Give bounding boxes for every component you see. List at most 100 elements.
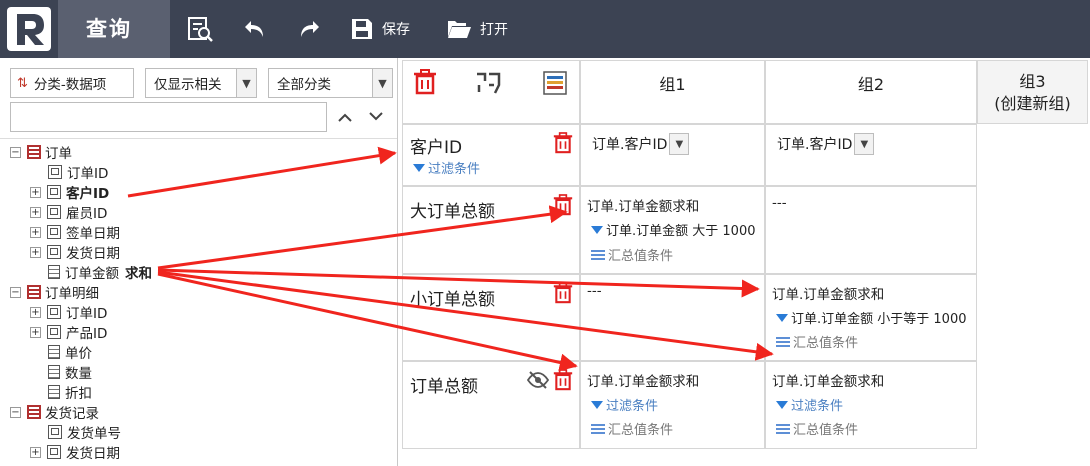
group1-title: 组1 xyxy=(659,75,686,94)
summary-icon xyxy=(776,336,790,347)
expand-icon[interactable]: + xyxy=(30,186,41,198)
tree-node-shipping-no[interactable]: 发货单号 xyxy=(48,422,121,442)
preview-button[interactable] xyxy=(186,0,214,58)
empty-value: --- xyxy=(772,195,787,211)
filter-label: 过滤条件 xyxy=(791,399,844,414)
trash-icon[interactable] xyxy=(553,282,573,304)
folder-open-icon xyxy=(448,21,471,38)
summary-condition-link[interactable]: 汇总值条件 xyxy=(776,332,858,351)
tree-label: 单价 xyxy=(65,346,92,362)
cell-big-group1[interactable]: 订单.订单金额求和 订单.订单金额 大于 1000 汇总值条件 xyxy=(580,186,765,274)
search-input[interactable] xyxy=(10,102,327,132)
measure-label: 订单.订单金额求和 xyxy=(772,287,885,303)
tree-node-unit-price[interactable]: 单价 xyxy=(48,342,92,362)
chevron-down-icon[interactable]: ▼ xyxy=(854,133,875,155)
trash-icon[interactable] xyxy=(553,369,573,391)
cell-small-group1[interactable]: --- xyxy=(580,274,765,361)
summary-condition-link[interactable]: 汇总值条件 xyxy=(591,245,673,264)
row-header-small-orders[interactable]: 小订单总额 xyxy=(402,274,580,361)
tree-label: 订单明细 xyxy=(45,286,99,302)
field-icon xyxy=(47,185,61,199)
category-sort-button[interactable]: ⇅ 分类-数据项 xyxy=(10,68,134,98)
save-button[interactable]: 保存 xyxy=(350,0,410,58)
tree-node-detail-order-id[interactable]: + 订单ID xyxy=(30,302,107,322)
tree-node-shipping[interactable]: − 发货记录 xyxy=(10,402,99,422)
collapse-icon[interactable]: − xyxy=(10,286,21,298)
cell-small-group2[interactable]: 订单.订单金额求和 订单.订单金额 小于等于 1000 汇总值条件 xyxy=(765,274,977,361)
style-icon[interactable] xyxy=(543,71,567,95)
expand-icon[interactable]: + xyxy=(30,206,41,218)
filter-icon xyxy=(776,400,788,409)
filter-condition-link[interactable]: 过滤条件 xyxy=(591,395,658,414)
tree-node-ship-date[interactable]: + 发货日期 xyxy=(30,242,120,262)
filter-label: 订单.订单金额 小于等于 1000 xyxy=(791,312,967,327)
row-header-total[interactable]: 订单总额 xyxy=(402,361,580,449)
category-select-value: 全部分类 xyxy=(277,77,331,93)
chevron-down-icon: ▼ xyxy=(236,69,256,97)
row-header-customer[interactable]: 客户ID 过滤条件 xyxy=(402,124,580,186)
field-icon xyxy=(47,445,61,459)
chevron-down-icon xyxy=(369,112,383,121)
chevron-down-icon: ▼ xyxy=(372,69,392,97)
summary-condition-link[interactable]: 汇总值条件 xyxy=(776,419,858,438)
create-group-hint: (创建新组) xyxy=(994,94,1071,113)
tree-label: 发货日期 xyxy=(66,246,120,262)
open-button[interactable]: 打开 xyxy=(446,0,508,58)
tree-node-order-id[interactable]: 订单ID xyxy=(48,162,108,182)
filter-condition-link[interactable]: 过滤条件 xyxy=(413,158,480,177)
field-select[interactable]: 订单.客户ID ▼ xyxy=(777,133,875,155)
filter-condition-link[interactable]: 订单.订单金额 小于等于 1000 xyxy=(776,308,966,327)
trash-icon[interactable] xyxy=(553,194,573,216)
tree-node-order-amount[interactable]: 订单金额 求和 xyxy=(48,262,152,282)
group1-header[interactable]: 组1 xyxy=(580,60,765,124)
redo-button[interactable] xyxy=(296,0,322,58)
tree-node-quantity[interactable]: 数量 xyxy=(48,362,92,382)
tree-node-order-detail[interactable]: − 订单明细 xyxy=(10,282,99,302)
category-select[interactable]: 全部分类 ▼ xyxy=(268,68,393,98)
cell-total-group2[interactable]: 订单.订单金额求和 过滤条件 汇总值条件 xyxy=(765,361,977,449)
logo-icon xyxy=(7,7,51,51)
tree-node-discount[interactable]: 折扣 xyxy=(48,382,92,402)
filter-label: 过滤条件 xyxy=(606,399,659,414)
new-group-header[interactable]: 组3 (创建新组) xyxy=(977,60,1088,124)
relevance-filter-select[interactable]: 仅显示相关 ▼ xyxy=(145,68,257,98)
collapse-icon[interactable]: − xyxy=(10,146,21,158)
swap-icon[interactable] xyxy=(475,71,501,95)
field-select[interactable]: 订单.客户ID ▼ xyxy=(592,133,690,155)
preview-icon xyxy=(188,17,213,42)
tree-label: 客户ID xyxy=(66,186,110,202)
tree-node-product-id[interactable]: + 产品ID xyxy=(30,322,107,342)
expand-icon[interactable]: + xyxy=(30,306,41,318)
field-icon xyxy=(47,205,61,219)
group2-header[interactable]: 组2 xyxy=(765,60,977,124)
undo-button[interactable] xyxy=(242,0,268,58)
collapse-icon[interactable]: − xyxy=(10,406,21,418)
expand-icon[interactable]: + xyxy=(30,446,41,458)
row-header-big-orders[interactable]: 大订单总额 xyxy=(402,186,580,274)
filter-icon xyxy=(591,400,603,409)
field-icon xyxy=(47,305,61,319)
cell-big-group2[interactable]: --- xyxy=(765,186,977,274)
trash-icon[interactable] xyxy=(413,69,437,95)
trash-icon[interactable] xyxy=(553,132,573,154)
tree-node-shipping-date[interactable]: + 发货日期 xyxy=(30,442,120,462)
expand-icon[interactable]: + xyxy=(30,246,41,258)
tree-node-customer-id[interactable]: + 客户ID xyxy=(30,182,109,202)
relevance-filter-value: 仅显示相关 xyxy=(154,77,222,93)
filter-condition-link[interactable]: 过滤条件 xyxy=(776,395,843,414)
cell-total-group1[interactable]: 订单.订单金额求和 过滤条件 汇总值条件 xyxy=(580,361,765,449)
field-icon xyxy=(47,245,61,259)
group3-title: 组3 xyxy=(1019,72,1046,91)
next-match-button[interactable] xyxy=(361,102,391,132)
chevron-down-icon[interactable]: ▼ xyxy=(669,133,690,155)
tree-node-order[interactable]: − 订单 xyxy=(10,142,72,162)
tree-node-sign-date[interactable]: + 签单日期 xyxy=(30,222,120,242)
previous-match-button[interactable] xyxy=(330,102,360,132)
tree-node-employee-id[interactable]: + 雇员ID xyxy=(30,202,107,222)
hide-icon[interactable] xyxy=(527,371,549,389)
filter-condition-link[interactable]: 订单.订单金额 大于 1000 xyxy=(591,220,755,239)
sort-icon: ⇅ xyxy=(17,75,28,91)
summary-condition-link[interactable]: 汇总值条件 xyxy=(591,419,673,438)
expand-icon[interactable]: + xyxy=(30,326,41,338)
expand-icon[interactable]: + xyxy=(30,226,41,238)
